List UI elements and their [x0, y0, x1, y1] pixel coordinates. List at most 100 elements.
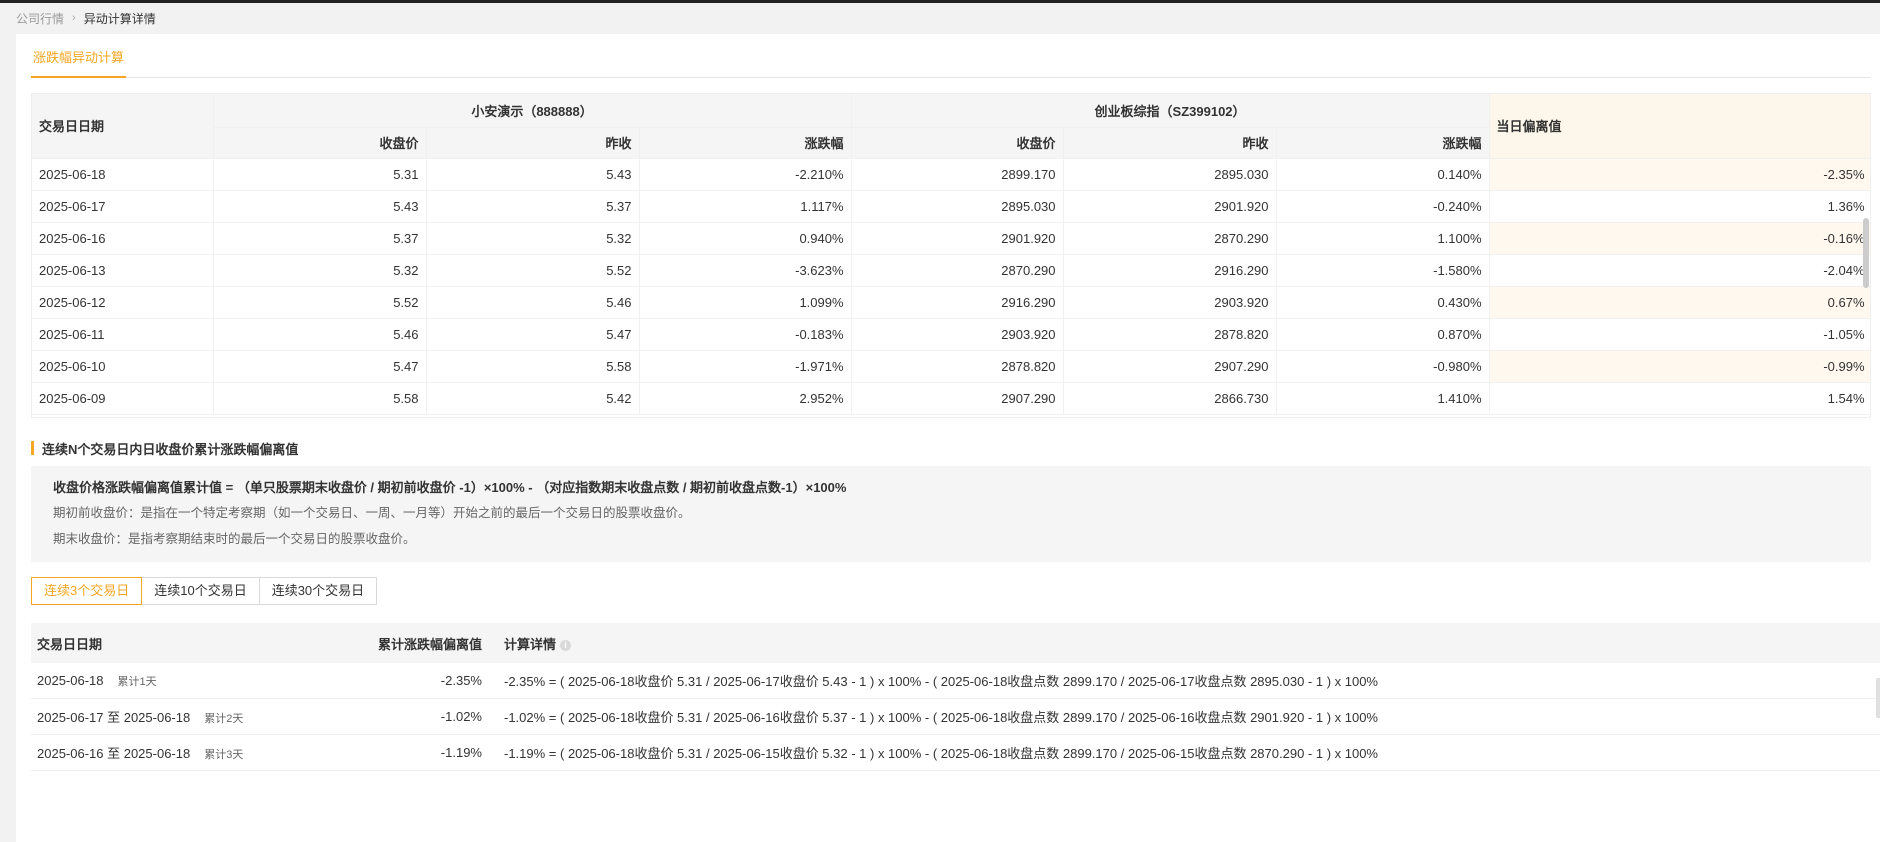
cell-index-prev-close: 2916.290: [1063, 254, 1277, 287]
side-handle[interactable]: [1876, 678, 1880, 718]
tab-bar: 涨跌幅异动计算: [31, 46, 1871, 78]
detail-date-range: 2025-06-16 至 2025-06-18: [37, 746, 191, 761]
cell-stock-prev-close: 5.43: [426, 158, 640, 191]
cell-stock-change: 0.940%: [639, 222, 852, 255]
cell-index-close: 2907.290: [851, 382, 1064, 415]
header-index-group: 创业板综指（SZ399102）: [851, 94, 1490, 128]
section-title-text: 连续N个交易日内日收盘价累计涨跌幅偏离值: [42, 441, 299, 457]
cell-index-change: 0.430%: [1276, 286, 1490, 319]
period-3-days-button[interactable]: 连续3个交易日: [31, 577, 143, 605]
cell-stock-close: 5.37: [213, 222, 427, 255]
cell-stock-close: 5.58: [213, 382, 427, 415]
tab-price-change-anomaly[interactable]: 涨跌幅异动计算: [31, 46, 127, 78]
cell-index-prev-close: 2895.030: [1063, 158, 1277, 191]
cell-index-change: 0.140%: [1276, 158, 1490, 191]
cell-index-prev-close: 2907.290: [1063, 350, 1277, 383]
detail-row: 2025-06-17 至 2025-06-18 累计2天 -1.02% -1.02% …: [31, 699, 1880, 735]
cell-index-change: 1.100%: [1276, 222, 1490, 255]
cell-stock-close: 5.31: [213, 158, 427, 191]
cell-deviation: -2.35%: [1489, 158, 1870, 191]
detail-row: 2025-06-18 累计1天 -2.35% -2.35% = ( 2025-06-1…: [31, 663, 1880, 699]
cell-index-change: -0.240%: [1276, 190, 1490, 223]
detail-header-calc: 计算详情 i: [492, 634, 1880, 653]
cell-stock-prev-close: 5.32: [426, 222, 640, 255]
cell-stock-change: -1.971%: [639, 350, 852, 383]
table-scrollbar[interactable]: [1863, 218, 1869, 288]
cell-stock-prev-close: 5.47: [426, 318, 640, 351]
cell-index-prev-close: 2870.290: [1063, 222, 1277, 255]
cell-index-change: 0.870%: [1276, 318, 1490, 351]
detail-row: 2025-06-16 至 2025-06-18 累计3天 -1.19% -1.19% …: [31, 735, 1880, 771]
header-trade-date: 交易日日期: [32, 94, 214, 159]
cell-stock-change: 1.117%: [639, 190, 852, 223]
cell-index-prev-close: 2866.730: [1063, 382, 1277, 415]
detail-cell-date: 2025-06-18 累计1天: [31, 673, 327, 689]
cell-deviation: -1.05%: [1489, 318, 1870, 351]
cell-index-close: 2901.920: [851, 222, 1064, 255]
detail-cell-deviation: -1.19%: [440, 745, 482, 760]
detail-accumulated-days: 累计1天: [117, 675, 157, 688]
cell-stock-close: 5.43: [213, 190, 427, 223]
detail-header-deviation: 累计涨跌幅偏离值: [377, 636, 482, 652]
header-stock-group: 小安演示（888888）: [213, 94, 852, 128]
cell-stock-change: -0.183%: [639, 318, 852, 351]
header-stock-close: 收盘价: [213, 127, 427, 159]
cell-stock-prev-close: 5.58: [426, 350, 640, 383]
cell-index-change: -0.980%: [1276, 350, 1490, 383]
header-index-close: 收盘价: [851, 127, 1064, 159]
table-row: 2025-06-10 5.47 5.58 -1.971% 2878.820 2907.29…: [32, 350, 1870, 383]
detail-date-range: 2025-06-17 至 2025-06-18: [37, 710, 191, 725]
cell-index-prev-close: 2903.920: [1063, 286, 1277, 319]
table-row: 2025-06-09 5.58 5.42 2.952% 2907.290 2866.730…: [32, 382, 1870, 415]
detail-date-range: 2025-06-18: [37, 672, 104, 688]
breadcrumb-parent-link[interactable]: 公司行情: [16, 10, 64, 27]
cell-index-close: 2895.030: [851, 190, 1064, 223]
cell-index-close: 2870.290: [851, 254, 1064, 287]
header-index-prev-close: 昨收: [1063, 127, 1277, 159]
cell-stock-prev-close: 5.52: [426, 254, 640, 287]
cell-deviation: 1.36%: [1489, 190, 1870, 223]
cell-date: 2025-06-13: [32, 254, 214, 287]
section-accent-bar: [31, 441, 34, 455]
content-card: 涨跌幅异动计算 交易日日期 小安演示（888888） 创业板综指（SZ39910…: [16, 34, 1880, 842]
cell-stock-close: 5.46: [213, 318, 427, 351]
detail-header-calc-label: 计算详情: [504, 636, 557, 652]
cell-deviation: -0.99%: [1489, 350, 1870, 383]
cell-stock-close: 5.32: [213, 254, 427, 287]
info-icon[interactable]: i: [560, 639, 572, 651]
breadcrumb: 公司行情 › 异动计算详情: [16, 10, 156, 26]
cell-stock-change: 2.952%: [639, 382, 852, 415]
cell-deviation: -0.16%: [1489, 222, 1870, 255]
formula-definition-end: 期末收盘价：是指考察期结束时的最后一个交易日的股票收盘价。: [53, 532, 416, 546]
cell-date: 2025-06-18: [32, 158, 214, 191]
cell-deviation: 1.54%: [1489, 382, 1870, 415]
period-10-days-button[interactable]: 连续10个交易日: [141, 577, 260, 605]
daily-comparison-table: 交易日日期 小安演示（888888） 创业板综指（SZ399102） 当日偏离值…: [31, 93, 1871, 418]
detail-accumulated-days: 累计3天: [204, 749, 244, 761]
detail-cell-deviation: -1.02%: [440, 709, 482, 724]
cell-index-close: 2916.290: [851, 286, 1064, 319]
detail-cell-calc: -1.19% = ( 2025-06-18收盘价 5.31 / 2025-06-…: [504, 746, 1378, 761]
cell-stock-close: 5.47: [213, 350, 427, 383]
table-row: 2025-06-18 5.31 5.43 -2.210% 2899.170 2895.03…: [32, 158, 1870, 191]
table-row: 2025-06-17 5.43 5.37 1.117% 2895.030 2901.920…: [32, 190, 1870, 223]
cell-stock-change: -2.210%: [639, 158, 852, 191]
cell-date: 2025-06-16: [32, 222, 214, 255]
cell-date: 2025-06-17: [32, 190, 214, 223]
cell-deviation: 0.67%: [1489, 286, 1870, 319]
formula-main: 收盘价格涨跌幅偏离值累计值 = （单只股票期末收盘价 / 期初前收盘价 -1）×…: [53, 480, 847, 495]
cell-stock-close: 5.52: [213, 286, 427, 319]
cell-index-close: 2899.170: [851, 158, 1064, 191]
cell-date: 2025-06-10: [32, 350, 214, 383]
header-stock-prev-close: 昨收: [426, 127, 640, 159]
window-top-bar: [0, 0, 1880, 3]
cell-stock-prev-close: 5.37: [426, 190, 640, 223]
detail-header-date: 交易日日期: [37, 636, 103, 652]
table-row: 2025-06-12 5.52 5.46 1.099% 2916.290 2903.920…: [32, 286, 1870, 319]
period-30-days-button[interactable]: 连续30个交易日: [258, 577, 378, 605]
cell-stock-change: -3.623%: [639, 254, 852, 287]
cell-stock-prev-close: 5.42: [426, 382, 640, 415]
cell-index-prev-close: 2878.820: [1063, 318, 1277, 351]
detail-cell-deviation: -2.35%: [440, 673, 482, 688]
header-stock-change: 涨跌幅: [639, 127, 852, 159]
